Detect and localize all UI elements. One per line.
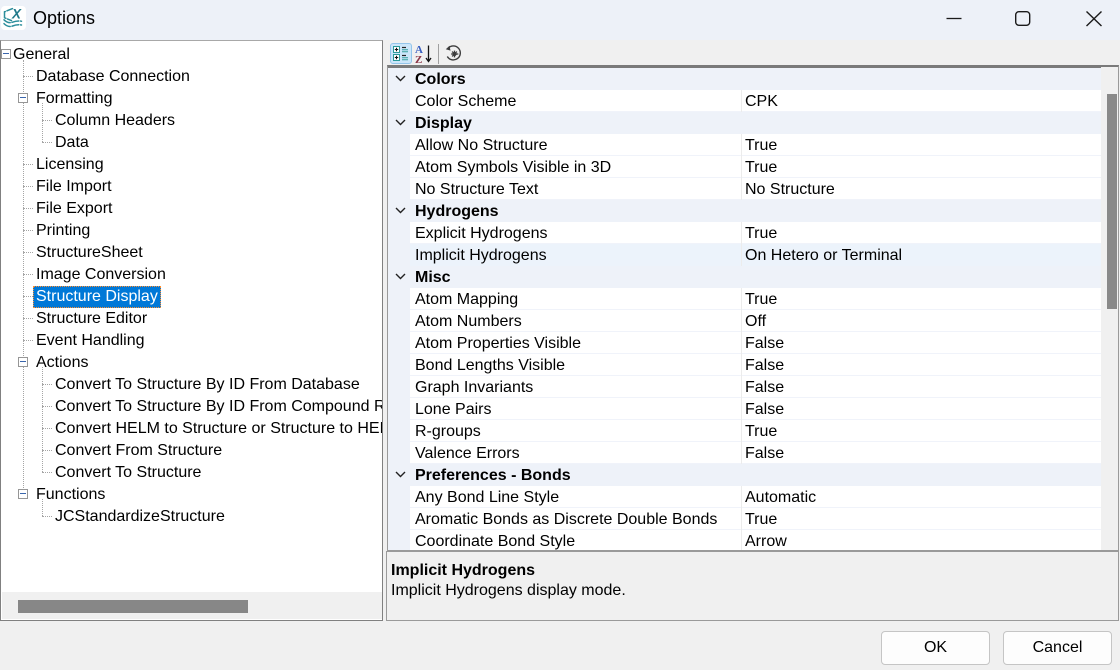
svg-text:X: X xyxy=(11,6,22,21)
svg-text:Z: Z xyxy=(415,54,422,64)
